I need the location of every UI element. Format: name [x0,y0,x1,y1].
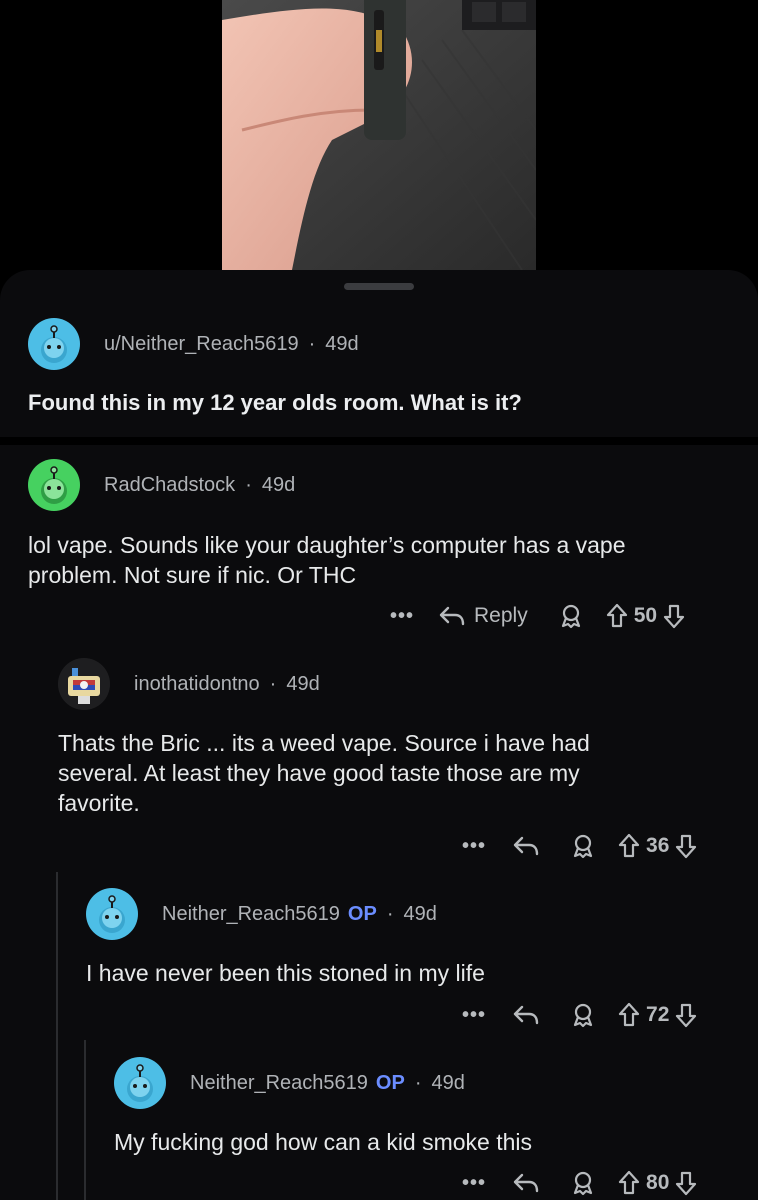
downvote-arrow-icon[interactable] [663,603,685,629]
comment-actions: ••• 80 [462,1170,697,1196]
reply-arrow-icon[interactable] [512,1003,540,1027]
comment-actions: ••• 36 [462,833,697,859]
post-age: 49d [325,332,359,355]
upvote-arrow-icon[interactable] [618,1170,640,1196]
upvote-arrow-icon[interactable] [618,1002,640,1028]
avatar[interactable] [58,658,110,710]
comment-age: 49d [403,902,437,925]
comment-header: Neither_Reach5619 OP · 49d [86,888,437,940]
separator-dot: · [414,1071,422,1094]
award-icon[interactable] [570,833,596,859]
comment-line: Thats the Bric ... its a weed vape. Sour… [58,730,590,756]
post-image[interactable] [222,0,536,270]
more-options-button[interactable]: ••• [462,1004,486,1027]
separator-dot: · [386,902,394,925]
thread-line [84,1040,86,1200]
reply-label: Reply [474,604,528,627]
comment-actions: ••• 72 [462,1002,697,1028]
comment-author[interactable]: RadChadstock [104,474,235,497]
snoo-avatar-icon [127,1064,153,1102]
post-title: Found this in my 12 year olds room. What… [28,390,522,415]
comment-line: I have never been this stoned in my life [86,960,485,986]
more-options-button[interactable]: ••• [462,835,486,858]
avatar[interactable] [86,888,138,940]
comment-header: Neither_Reach5619 OP · 49d [114,1057,465,1109]
comment-line: favorite. [58,790,140,816]
custom-avatar-icon [58,658,110,710]
upvote-arrow-icon[interactable] [618,833,640,859]
vote-count: 72 [646,1003,670,1026]
vote-count: 80 [646,1171,670,1194]
comment-header: inothatidontno · 49d [58,658,320,710]
thread-line [56,872,58,1200]
op-badge: OP [375,1071,405,1094]
snoo-avatar-icon [41,466,67,504]
comment-meta: Neither_Reach5619 OP · 49d [190,1072,465,1095]
avatar[interactable] [28,459,80,511]
separator-dot: · [245,473,252,496]
comment-age: 49d [431,1071,465,1094]
separator-dot: · [269,672,277,695]
comment-actions: ••• Reply 50 [390,603,685,629]
vote-count: 36 [646,834,670,857]
reply-arrow-icon[interactable] [512,834,540,858]
comment-line: problem. Not sure if nic. Or THC [28,562,357,588]
comment-line: My fucking god how can a kid smoke this [114,1129,533,1155]
comment-author[interactable]: inothatidontno [134,673,260,696]
comment-author[interactable]: Neither_Reach5619 [162,903,340,926]
post-author[interactable]: u/Neither_Reach5619 [104,333,299,356]
downvote-arrow-icon[interactable] [675,833,697,859]
reply-button[interactable]: Reply [438,604,528,628]
divider [0,437,758,445]
comment-body: Thats the Bric ... its a weed vape. Sour… [58,728,748,818]
comment-line: lol vape. Sounds like your daughter’s co… [28,532,626,558]
snoo-avatar-icon [99,895,125,933]
post-meta: u/Neither_Reach5619 · 49d [104,333,359,356]
comment-meta: RadChadstock · 49d [104,474,295,497]
comment-body: lol vape. Sounds like your daughter’s co… [28,530,738,590]
op-badge: OP [347,902,377,925]
avatar[interactable] [114,1057,166,1109]
comment-body: My fucking god how can a kid smoke this [114,1127,744,1157]
award-icon[interactable] [570,1002,596,1028]
comment-author[interactable]: Neither_Reach5619 [190,1072,368,1095]
downvote-arrow-icon[interactable] [675,1170,697,1196]
reply-arrow-icon [438,604,466,628]
comment-body: I have never been this stoned in my life [86,958,746,988]
downvote-arrow-icon[interactable] [675,1002,697,1028]
comment-meta: inothatidontno · 49d [134,673,320,696]
comment-age: 49d [261,473,296,496]
reply-arrow-icon[interactable] [512,1171,540,1195]
post-header: u/Neither_Reach5619 · 49d [28,318,359,370]
more-options-button[interactable]: ••• [462,1172,486,1195]
more-options-button[interactable]: ••• [390,605,414,628]
vote-count: 50 [633,604,658,627]
award-icon[interactable] [558,603,584,629]
avatar[interactable] [28,318,80,370]
comment-line: several. At least they have good taste t… [58,760,580,786]
comment-age: 49d [286,672,320,695]
upvote-arrow-icon[interactable] [606,603,628,629]
comment-meta: Neither_Reach5619 OP · 49d [162,903,437,926]
separator-dot: · [308,332,316,355]
comment-header: RadChadstock · 49d [28,459,295,511]
sheet-grab-handle[interactable] [344,283,414,290]
snoo-avatar-icon [41,325,67,363]
award-icon[interactable] [570,1170,596,1196]
